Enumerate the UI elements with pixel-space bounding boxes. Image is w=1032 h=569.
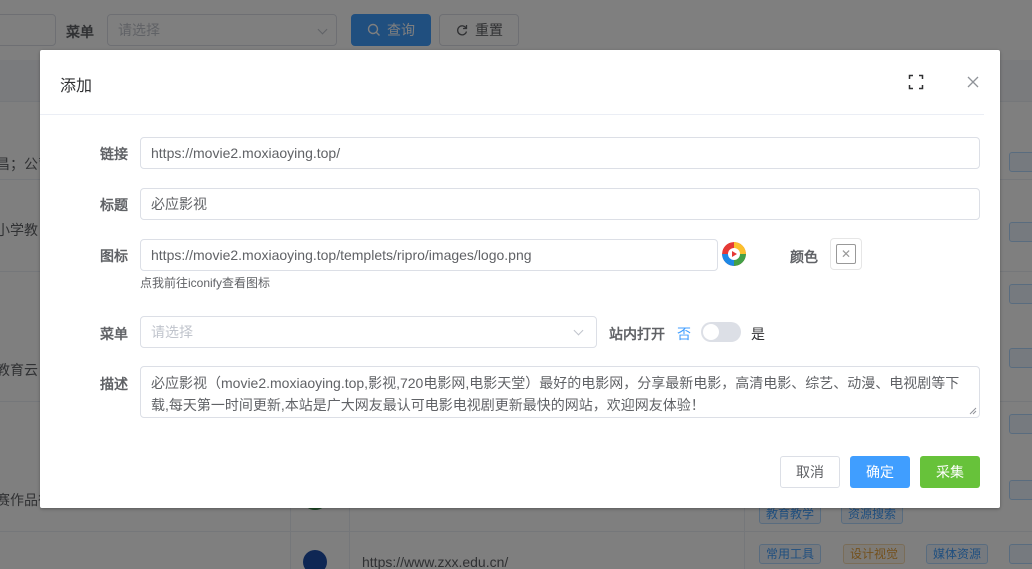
menu-label: 菜单 [100, 326, 128, 342]
switch-knob [703, 324, 719, 340]
confirm-button[interactable]: 确定 [850, 456, 910, 488]
title-label: 标题 [100, 197, 128, 213]
description-text: 必应影视（movie2.moxiaoying.top,影视,720电影网,电影天… [151, 375, 960, 413]
collect-button[interactable]: 采集 [920, 456, 980, 488]
fullscreen-icon[interactable] [908, 74, 924, 90]
link-input[interactable]: https://movie2.moxiaoying.top/ [140, 137, 980, 169]
resize-handle-icon[interactable] [969, 407, 977, 415]
color-picker-empty-icon: ✕ [836, 244, 856, 264]
title-input[interactable]: 必应影视 [140, 188, 980, 220]
menu-select-placeholder: 请选择 [151, 324, 193, 340]
close-icon[interactable] [965, 74, 981, 90]
collect-button-label: 采集 [936, 464, 964, 480]
description-label: 描述 [100, 376, 128, 392]
dialog-header: 添加 [40, 50, 984, 115]
chevron-down-icon [573, 325, 584, 336]
iconify-link[interactable]: 点我前往iconify查看图标 [140, 274, 270, 291]
site-logo-icon [722, 242, 746, 266]
link-label: 链接 [100, 146, 128, 162]
confirm-button-label: 确定 [866, 464, 894, 480]
color-label: 颜色 [790, 249, 818, 265]
dialog-title: 添加 [60, 78, 93, 95]
color-picker[interactable]: ✕ [830, 238, 862, 270]
icon-label: 图标 [100, 248, 128, 264]
switch-on-text[interactable]: 是 [751, 324, 765, 344]
cancel-button-label: 取消 [796, 464, 824, 480]
add-dialog: 添加 链接 https://movie2.moxiaoying.top/ 标题 … [40, 50, 1000, 508]
description-textarea[interactable]: 必应影视（movie2.moxiaoying.top,影视,720电影网,电影天… [140, 366, 980, 418]
icon-url-input[interactable]: https://movie2.moxiaoying.top/templets/r… [140, 239, 718, 271]
menu-select[interactable]: 请选择 [140, 316, 597, 348]
open-inside-switch[interactable] [701, 322, 741, 342]
switch-off-text[interactable]: 否 [677, 324, 691, 344]
open-inside-label: 站内打开 [609, 326, 665, 342]
cancel-button[interactable]: 取消 [780, 456, 840, 488]
